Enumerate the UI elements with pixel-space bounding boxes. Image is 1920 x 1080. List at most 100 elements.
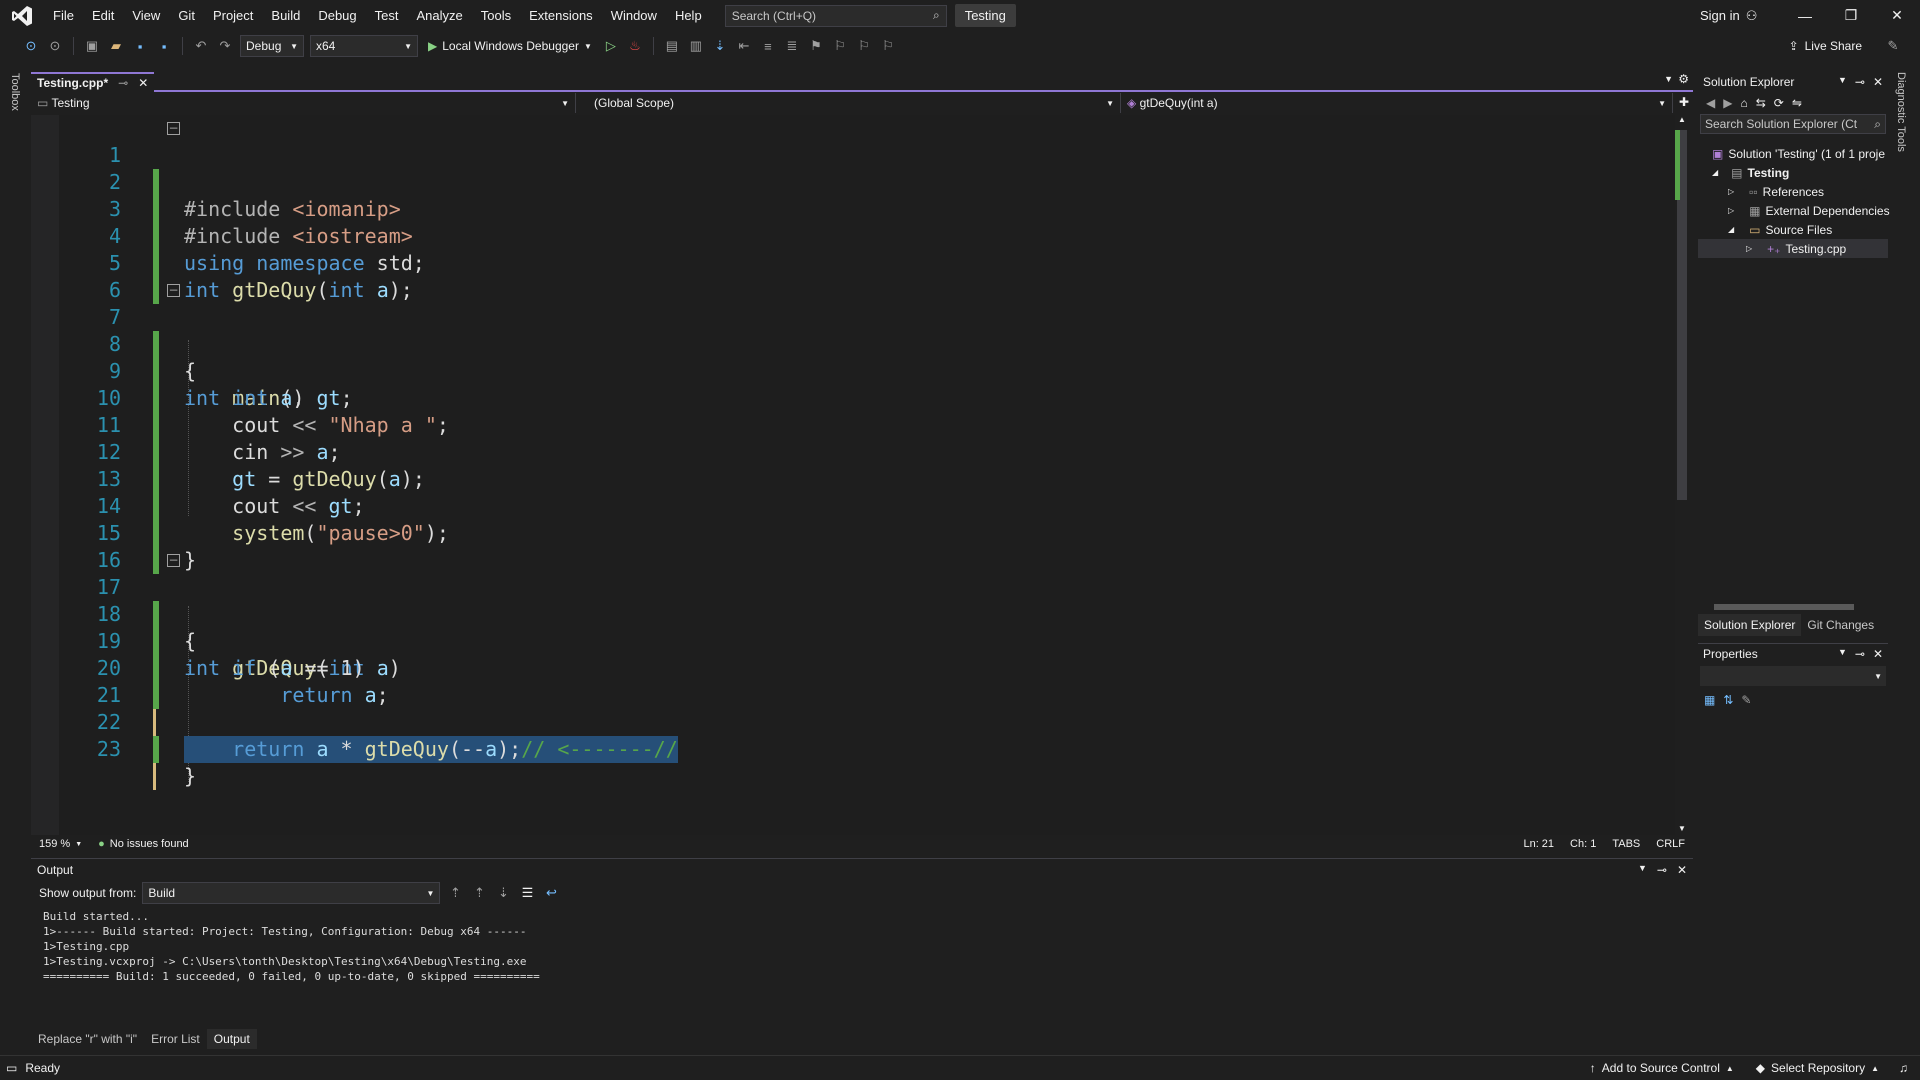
project-dropdown[interactable]: ▭ Testing ▼ [31,93,576,113]
close-icon[interactable]: ✕ [1677,863,1687,877]
back-icon[interactable]: ◀ [1706,96,1715,110]
layout-icon[interactable]: ▥ [687,37,705,55]
tree-item-references[interactable]: ▷ ▫▫ References [1728,182,1824,201]
pin-icon[interactable]: ⊸ [118,76,128,90]
next-message-icon[interactable]: ⇣ [494,884,512,902]
save-icon[interactable]: ▪ [131,37,149,55]
forward-icon[interactable]: ▶ [1723,96,1732,110]
scrollbar-thumb[interactable] [1714,604,1854,610]
menu-build[interactable]: Build [262,0,309,31]
tab-error-list[interactable]: Error List [144,1029,207,1049]
navigate-back-icon[interactable]: ⊙ [22,37,40,55]
menu-test[interactable]: Test [366,0,408,31]
tree-item-testing-cpp[interactable]: ▷ +₊ Testing.cpp [1698,239,1888,258]
split-editor-icon[interactable]: ✚ [1679,95,1689,109]
tab-git-changes[interactable]: Git Changes [1801,614,1880,636]
prev-bookmark-icon[interactable]: ⚐ [831,37,849,55]
output-source-dropdown[interactable]: Build ▼ [142,882,441,904]
menu-extensions[interactable]: Extensions [520,0,602,31]
notifications-bell-icon[interactable]: ♫ [1899,1061,1908,1075]
tree-item-source-files[interactable]: ◢ ▭ Source Files [1728,220,1832,239]
tab-solution-explorer[interactable]: Solution Explorer [1698,614,1802,636]
select-repository-button[interactable]: ◆ Select Repository ▲ [1756,1061,1879,1075]
menu-tools[interactable]: Tools [472,0,520,31]
comment-out-icon[interactable]: ≡ [759,37,777,55]
output-text[interactable]: Build started... 1>------ Build started: … [43,909,540,984]
redo-icon[interactable]: ↷ [216,37,234,55]
line-ending-indicator[interactable]: CRLF [1648,838,1693,850]
tree-item-external-dependencies[interactable]: ▷ ▦ External Dependencies [1728,201,1890,220]
clear-all-icon[interactable]: ☰ [518,884,536,902]
zoom-dropdown[interactable]: 159 % ▼ [31,838,90,850]
start-debugging-button[interactable]: ▶ Local Windows Debugger ▼ [424,39,596,53]
collapse-icon[interactable]: − [167,122,180,135]
uncomment-icon[interactable]: ≣ [783,37,801,55]
menu-project[interactable]: Project [204,0,262,31]
sign-in-button[interactable]: Sign in ⚇ [1700,0,1757,31]
browser-link-icon[interactable]: ▤ [663,37,681,55]
property-pages-icon[interactable]: ✎ [1741,693,1751,707]
minimize-icon[interactable]: — [1782,0,1828,31]
solution-explorer-search[interactable]: Search Solution Explorer (Ct ⌕ [1700,114,1886,134]
chevron-down-icon[interactable]: ▼ [1838,647,1847,661]
sync-icon[interactable]: ⇋ [1792,96,1802,110]
issues-indicator[interactable]: ● No issues found [90,838,197,850]
feedback-icon[interactable]: ✎ [1884,37,1902,55]
menu-debug[interactable]: Debug [309,0,365,31]
find-message-icon[interactable]: ⇡ [446,884,464,902]
hot-reload-icon[interactable]: ♨ [626,37,644,55]
chevron-down-icon[interactable]: ▼ [1838,75,1847,89]
horizontal-scrollbar[interactable] [1702,602,1884,612]
menu-file[interactable]: File [44,0,83,31]
add-to-source-control-button[interactable]: ↑ Add to Source Control ▲ [1590,1061,1734,1075]
pending-changes-filter-icon[interactable]: ⟳ [1774,96,1784,110]
tree-item-project[interactable]: ◢ ▤ Testing [1712,163,1789,182]
diagnostic-tools-tab[interactable]: Diagnostic Tools [1895,72,1907,152]
live-share-button[interactable]: ⇪ Live Share [1789,31,1862,61]
pin-icon[interactable]: ⊸ [1855,75,1865,89]
scroll-up-icon[interactable]: ▲ [1678,115,1686,124]
home-icon[interactable]: ⌂ [1740,96,1747,110]
toolbox-tab[interactable]: Toolbox [9,73,21,111]
menu-window[interactable]: Window [602,0,666,31]
platform-dropdown[interactable]: x64 ▼ [310,35,418,57]
line-indicator[interactable]: Ln: 21 [1515,838,1562,850]
save-all-icon[interactable]: ▪ [155,37,173,55]
properties-object-dropdown[interactable]: ▼ [1700,666,1886,686]
navigate-forward-icon[interactable]: ⊙ [46,37,64,55]
close-icon[interactable]: ✕ [1874,0,1920,31]
tab-testing-cpp[interactable]: Testing.cpp* ⊸ ✕ [31,72,155,92]
chevron-down-icon[interactable]: ▼ [1638,863,1647,877]
switch-views-icon[interactable]: ⇆ [1756,96,1766,110]
scope-dropdown[interactable]: (Global Scope) ▼ [576,93,1121,113]
member-dropdown[interactable]: ◈ gtDeQuy(int a) ▼ [1121,93,1673,113]
close-tab-icon[interactable]: ✕ [138,76,148,90]
categorized-icon[interactable]: ▦ [1704,693,1715,707]
start-without-debugging-icon[interactable]: ▷ [602,37,620,55]
tab-replace[interactable]: Replace "r" with "i" [31,1029,144,1049]
tabs-indicator[interactable]: TABS [1604,838,1648,850]
open-file-icon[interactable]: ▰ [107,37,125,55]
menu-git[interactable]: Git [169,0,204,31]
prev-message-icon[interactable]: ⇡ [470,884,488,902]
new-project-icon[interactable]: ▣ [83,37,101,55]
configuration-dropdown[interactable]: Debug ▼ [240,35,304,57]
tab-list-dropdown-icon[interactable]: ▼ [1664,74,1673,84]
next-bookmark-icon[interactable]: ⚐ [855,37,873,55]
menu-analyze[interactable]: Analyze [407,0,471,31]
clear-bookmarks-icon[interactable]: ⚐ [879,37,897,55]
restore-icon[interactable]: ❐ [1828,0,1874,31]
menu-edit[interactable]: Edit [83,0,123,31]
menu-view[interactable]: View [123,0,169,31]
pin-icon[interactable]: ⊸ [1657,863,1667,877]
bookmark-icon[interactable]: ⚑ [807,37,825,55]
column-indicator[interactable]: Ch: 1 [1562,838,1604,850]
scroll-down-icon[interactable]: ▼ [1678,824,1686,833]
step-icon[interactable]: ⇣ [711,37,729,55]
close-icon[interactable]: ✕ [1873,647,1883,661]
pin-icon[interactable]: ⊸ [1855,647,1865,661]
gear-icon[interactable]: ⚙ [1678,72,1689,86]
code-editor[interactable]: 1 − #include <iostream> 2 #include <ioma… [31,115,1675,835]
collapse-icon[interactable]: − [167,554,180,567]
close-icon[interactable]: ✕ [1873,75,1883,89]
